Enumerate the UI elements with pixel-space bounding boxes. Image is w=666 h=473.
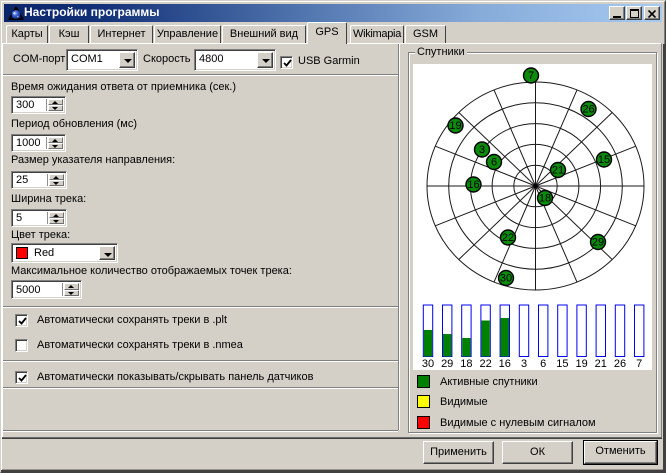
svg-text:21: 21 xyxy=(595,358,607,370)
svg-text:16: 16 xyxy=(499,358,511,370)
svg-text:19: 19 xyxy=(449,120,461,132)
svg-text:15: 15 xyxy=(598,154,610,166)
svg-text:22: 22 xyxy=(502,232,514,244)
svg-text:26: 26 xyxy=(614,358,626,370)
svg-text:19: 19 xyxy=(575,358,587,370)
svg-text:6: 6 xyxy=(540,358,546,370)
svg-text:29: 29 xyxy=(441,358,453,370)
svg-text:15: 15 xyxy=(556,358,568,370)
svg-text:3: 3 xyxy=(479,144,485,156)
svg-text:26: 26 xyxy=(582,104,594,116)
svg-text:3: 3 xyxy=(521,358,527,370)
svg-text:6: 6 xyxy=(491,157,497,169)
svg-text:21: 21 xyxy=(552,165,564,177)
svg-text:29: 29 xyxy=(592,237,604,249)
svg-text:18: 18 xyxy=(460,358,472,370)
svg-text:30: 30 xyxy=(500,273,512,285)
svg-text:30: 30 xyxy=(422,358,434,370)
svg-text:7: 7 xyxy=(528,70,534,82)
svg-text:18: 18 xyxy=(539,193,551,205)
svg-text:22: 22 xyxy=(479,358,491,370)
svg-text:16: 16 xyxy=(467,179,479,191)
svg-text:7: 7 xyxy=(636,358,642,370)
